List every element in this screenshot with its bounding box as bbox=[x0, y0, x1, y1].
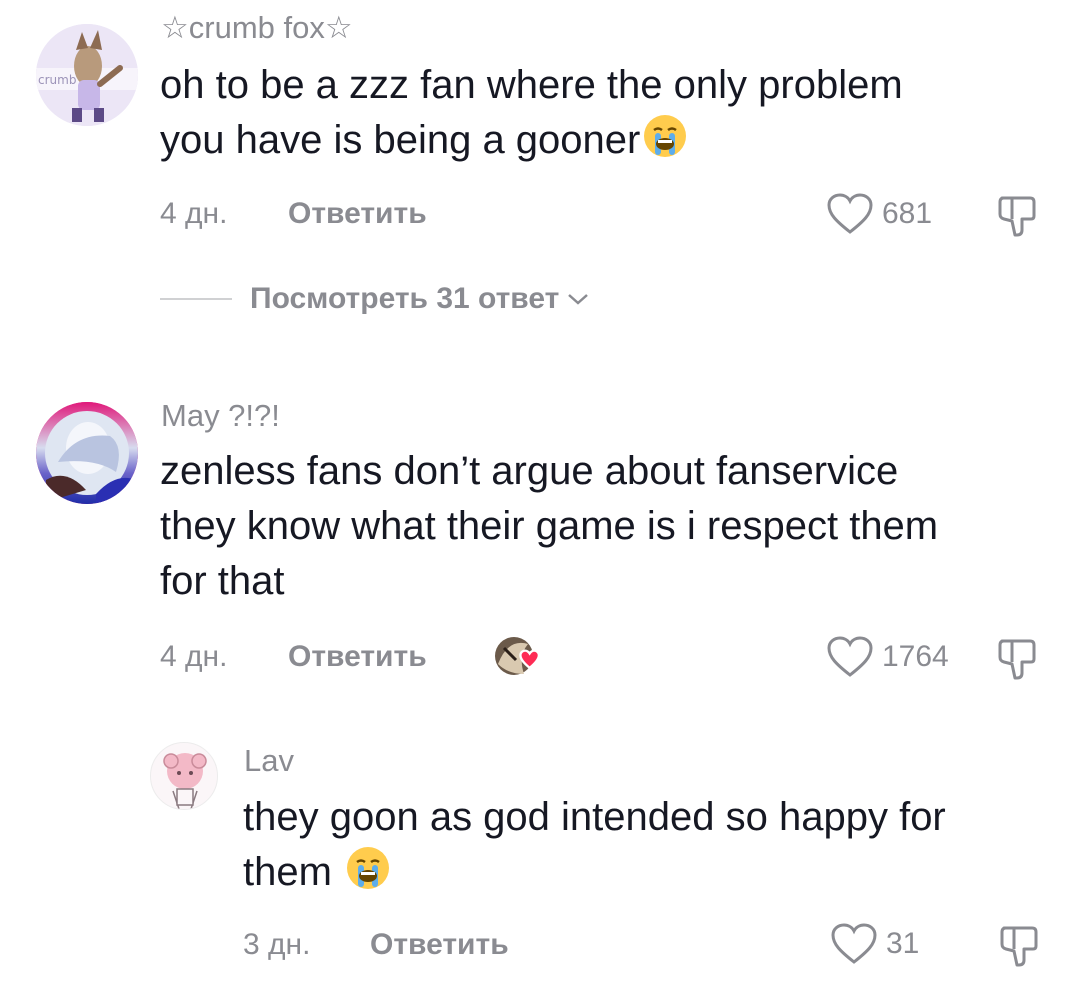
comment-text-segment: you have is being a gooner bbox=[160, 118, 641, 162]
reply-button[interactable]: Ответить bbox=[370, 928, 509, 962]
dislike-button[interactable] bbox=[998, 924, 1042, 973]
dislike-button[interactable] bbox=[996, 637, 1040, 686]
like-count: 1764 bbox=[882, 640, 949, 673]
creator-avatar-heart-icon bbox=[495, 637, 540, 675]
avatar[interactable] bbox=[150, 742, 218, 810]
avatar-image bbox=[151, 743, 217, 809]
loudly-crying-face-emoji-icon bbox=[345, 845, 391, 906]
reply-button[interactable]: Ответить bbox=[288, 640, 427, 674]
avatar-image bbox=[36, 402, 138, 504]
creator-liked-badge bbox=[494, 634, 540, 680]
avatar[interactable]: crumb fox bbox=[36, 24, 138, 126]
loudly-crying-face-emoji-icon bbox=[642, 113, 688, 174]
chevron-down-icon bbox=[568, 294, 589, 305]
dislike-button[interactable] bbox=[996, 194, 1040, 243]
thumbs-down-icon bbox=[998, 196, 1036, 237]
comment-text-line: them bbox=[243, 845, 1063, 906]
avatar[interactable] bbox=[36, 402, 138, 504]
comment-text-line: they goon as god intended so happy for bbox=[243, 795, 946, 839]
avatar-image: crumb fox bbox=[36, 24, 138, 126]
comment-time: 4 дн. bbox=[160, 197, 228, 230]
like-button[interactable]: 31 bbox=[830, 922, 919, 966]
comment-text-line: they know what their game is i respect t… bbox=[160, 504, 939, 548]
reply-button[interactable]: Ответить bbox=[288, 197, 427, 231]
like-button[interactable]: 1764 bbox=[826, 635, 949, 679]
divider bbox=[160, 298, 232, 300]
comment-text-line: oh to be a zzz fan where the only proble… bbox=[160, 63, 903, 107]
thumbs-down-icon bbox=[998, 639, 1036, 680]
comment-username[interactable]: ☆crumb fox☆ bbox=[161, 10, 353, 46]
heart-outline-icon bbox=[831, 923, 877, 964]
comment-text: zenless fans don’t argue about fanservic… bbox=[160, 444, 1060, 609]
view-replies-button[interactable]: Посмотреть 31 ответ bbox=[160, 282, 589, 316]
comment-text-line: zenless fans don’t argue about fanservic… bbox=[160, 449, 899, 493]
view-replies-label: Посмотреть 31 ответ bbox=[250, 282, 560, 315]
heart-outline-icon bbox=[827, 636, 873, 677]
comment-username[interactable]: Lav bbox=[244, 743, 294, 779]
like-count: 681 bbox=[882, 197, 933, 230]
like-button[interactable]: 681 bbox=[826, 192, 932, 236]
like-count: 31 bbox=[886, 927, 920, 960]
comment-time: 4 дн. bbox=[160, 640, 228, 673]
comment-text: they goon as god intended so happy for t… bbox=[243, 790, 1063, 906]
comment-username[interactable]: May ?!?! bbox=[161, 398, 280, 434]
comment-text-line: you have is being a gooner bbox=[160, 113, 1040, 174]
thumbs-down-icon bbox=[1000, 926, 1038, 967]
comment-text-line: for that bbox=[160, 559, 285, 603]
heart-outline-icon bbox=[827, 193, 873, 234]
comment-time: 3 дн. bbox=[243, 928, 311, 961]
comment-text-segment: them bbox=[243, 850, 332, 894]
comments-list: crumb fox ☆crumb fox☆ oh to be a zzz fan… bbox=[0, 0, 1080, 1001]
comment-text: oh to be a zzz fan where the only proble… bbox=[160, 58, 1040, 174]
